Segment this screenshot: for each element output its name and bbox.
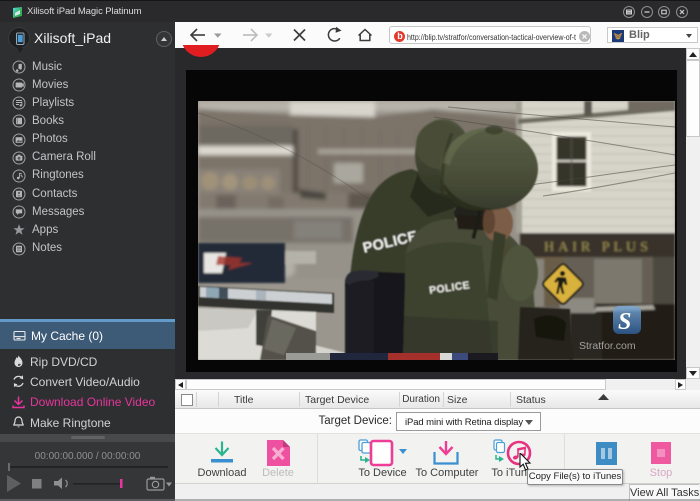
svg-text:S: S	[618, 309, 631, 335]
svg-text:HAIR PLUS: HAIR PLUS	[544, 240, 652, 255]
svg-text:Stratfor.com: Stratfor.com	[579, 340, 636, 352]
